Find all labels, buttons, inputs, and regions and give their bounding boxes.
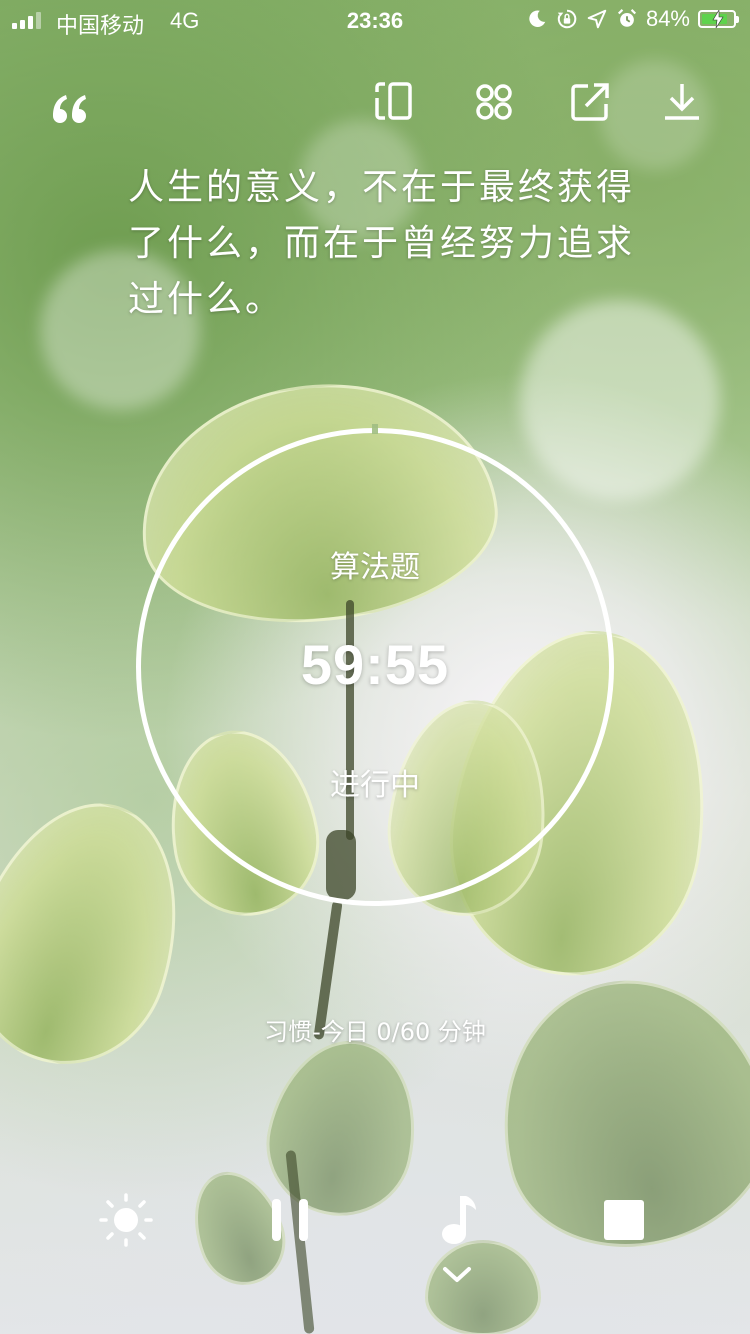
alarm-icon <box>617 9 636 27</box>
grid-menu-icon <box>476 84 512 120</box>
collapse-button[interactable] <box>440 1262 474 1286</box>
battery-percent: 84% <box>645 6 690 31</box>
chevron-down-icon <box>443 1267 471 1282</box>
music-note-icon <box>442 1196 476 1244</box>
task-name: 算法题 <box>330 550 420 585</box>
brightness-icon <box>99 1193 153 1247</box>
pause-button[interactable] <box>266 1196 314 1244</box>
quote-text: 人生的意义，不在于最终获得了什么，而在于曾经努力追求过什么。 <box>128 167 636 320</box>
stop-button[interactable] <box>600 1196 648 1244</box>
countdown-timer: 59:55 <box>300 633 450 696</box>
moon-icon <box>529 10 546 27</box>
habit-progress-text[interactable]: 习惯-今日 0/60 分钟 <box>0 1012 750 1047</box>
grid-menu-button[interactable] <box>470 78 518 126</box>
quote-icon <box>53 95 86 123</box>
charging-bolt-icon <box>712 10 724 28</box>
status-right-group: 84% <box>526 6 739 32</box>
share-icon <box>571 83 609 121</box>
flip-card-icon <box>375 82 412 120</box>
status-bar: 中国移动 4G 23:36 84% <box>0 0 750 40</box>
flip-card-button[interactable] <box>368 78 416 126</box>
timer-ring-progress-gap <box>372 424 378 434</box>
timer-state: 进行中 <box>330 768 420 803</box>
stop-icon <box>604 1200 644 1240</box>
battery-icon <box>698 10 739 28</box>
location-icon <box>587 9 607 29</box>
download-icon <box>665 84 699 120</box>
top-toolbar <box>360 78 720 126</box>
pause-icon <box>272 1199 308 1241</box>
music-button[interactable] <box>436 1192 480 1246</box>
brightness-button[interactable] <box>98 1192 154 1248</box>
share-button[interactable] <box>566 78 614 126</box>
rotation-lock-icon <box>557 9 577 29</box>
download-button[interactable] <box>658 78 706 126</box>
